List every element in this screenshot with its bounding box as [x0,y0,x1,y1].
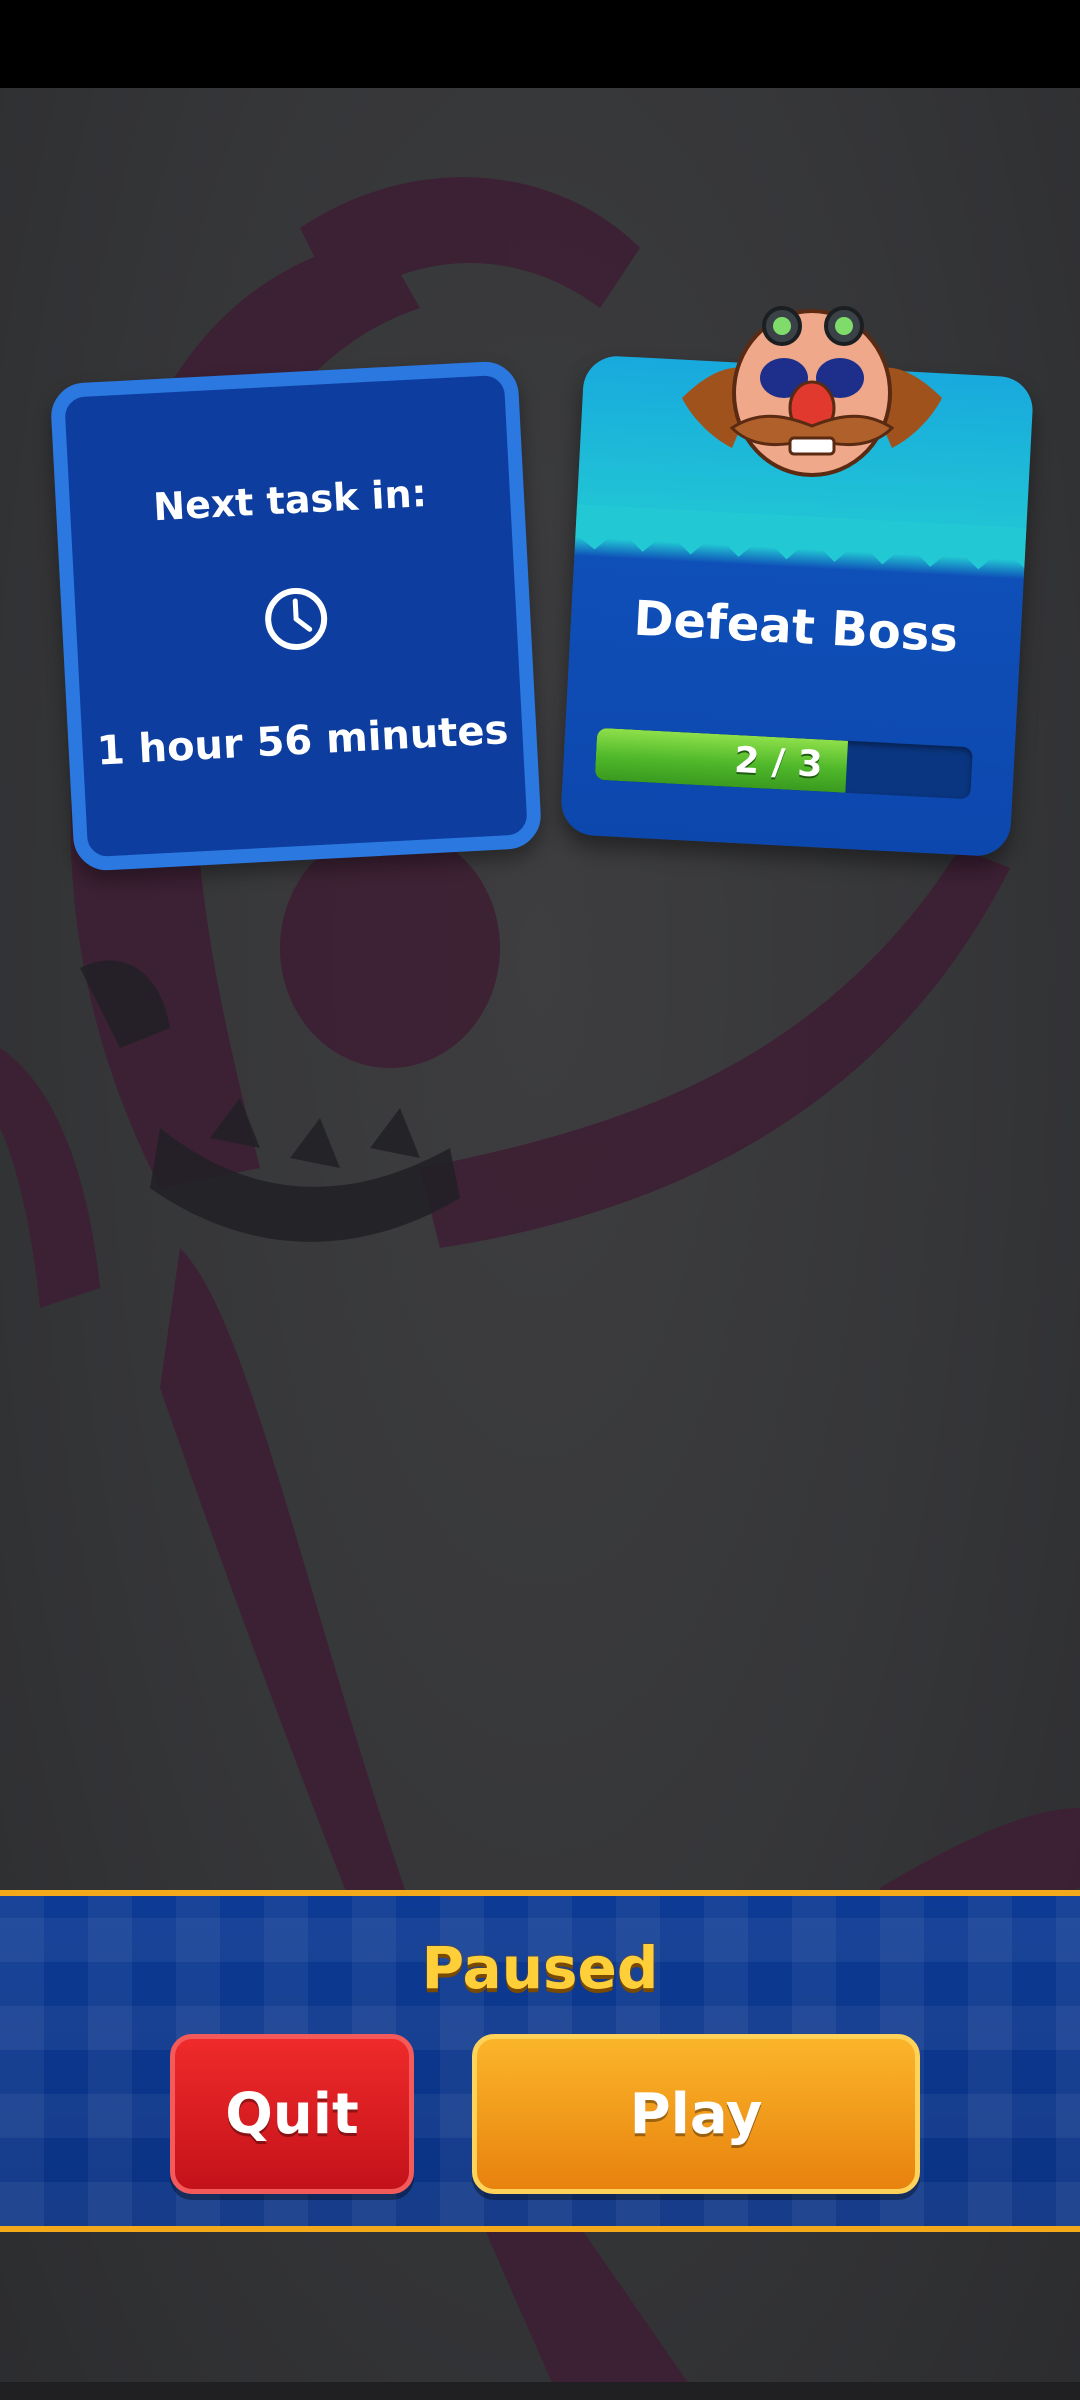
next-task-card: Next task in: 1 hour 56 minutes [49,360,543,872]
mission-name: Defeat Boss [632,590,960,664]
next-task-time: 1 hour 56 minutes [95,707,510,775]
boss-avatar [682,306,942,477]
next-task-title: Next task in: [152,471,428,530]
mission-progress-text: 2 / 3 [733,739,824,786]
navigation-bar [0,2382,1080,2400]
clock-icon [265,587,328,650]
quit-button-label: Quit [225,2081,359,2147]
status-bar [0,0,1080,88]
game-screen: Next task in: 1 hour 56 minutes Defeat B… [0,0,1080,2400]
mission-progress-bar: 2 / 3 [594,727,973,800]
quit-button[interactable]: Quit [170,2034,414,2194]
pause-panel: Paused Quit Play [0,1890,1080,2232]
pause-title: Paused [421,1934,659,2002]
play-button-label: Play [629,2081,763,2147]
play-button[interactable]: Play [472,2034,920,2194]
card-zigzag-edge [575,504,1027,570]
